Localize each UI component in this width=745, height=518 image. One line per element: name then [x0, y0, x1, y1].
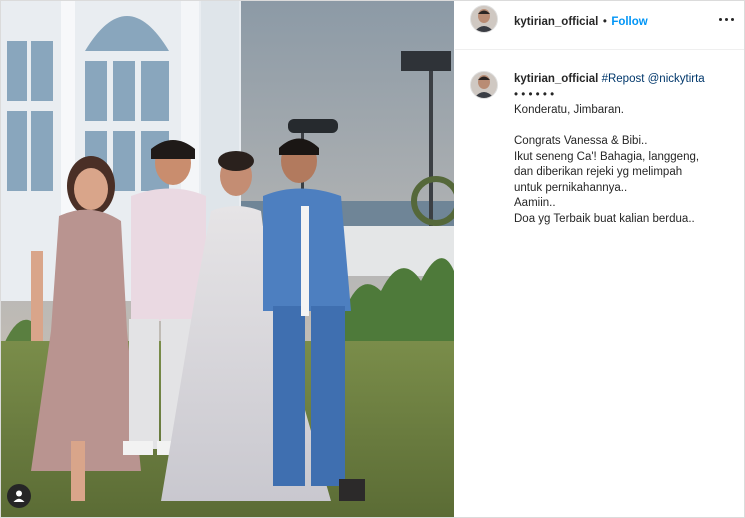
post-header: kytirian_official • Follow	[455, 1, 744, 50]
caption-line: Congrats Vanessa & Bibi..	[514, 135, 648, 147]
follow-button[interactable]: Follow	[611, 16, 647, 28]
avatar[interactable]	[470, 5, 498, 33]
hashtag-link[interactable]: #Repost	[602, 73, 645, 85]
header-username[interactable]: kytirian_official	[514, 16, 598, 28]
caption-line: Aamiin..	[514, 197, 556, 209]
mention-link[interactable]: @nickytirta	[648, 73, 705, 85]
post-sidebar: kytirian_official • Follow kytirian_offi…	[455, 1, 744, 517]
user-tag-icon[interactable]	[7, 484, 31, 508]
caption-line	[514, 119, 734, 135]
caption-avatar[interactable]	[470, 71, 498, 99]
caption-line: • • • • • •	[514, 88, 555, 101]
caption-username[interactable]: kytirian_official	[514, 73, 598, 85]
caption-line: Ikut seneng Ca'! Bahagia, langgeng,	[514, 150, 700, 163]
separator-dot: •	[602, 16, 607, 28]
caption-line: Konderatu, Jimbaran.	[514, 104, 624, 116]
post-caption: kytirian_official #Repost @nickytirta • …	[514, 72, 734, 227]
caption-line: untuk pernikahannya..	[514, 181, 628, 194]
caption-line: Doa yg Terbaik buat kalian berdua..	[514, 212, 695, 225]
post-photo[interactable]	[1, 1, 454, 517]
more-horizontal-icon[interactable]	[718, 11, 736, 27]
caption-line: dan diberikan rejeki yg melimpah	[514, 166, 683, 178]
wedding-photo	[1, 1, 454, 517]
